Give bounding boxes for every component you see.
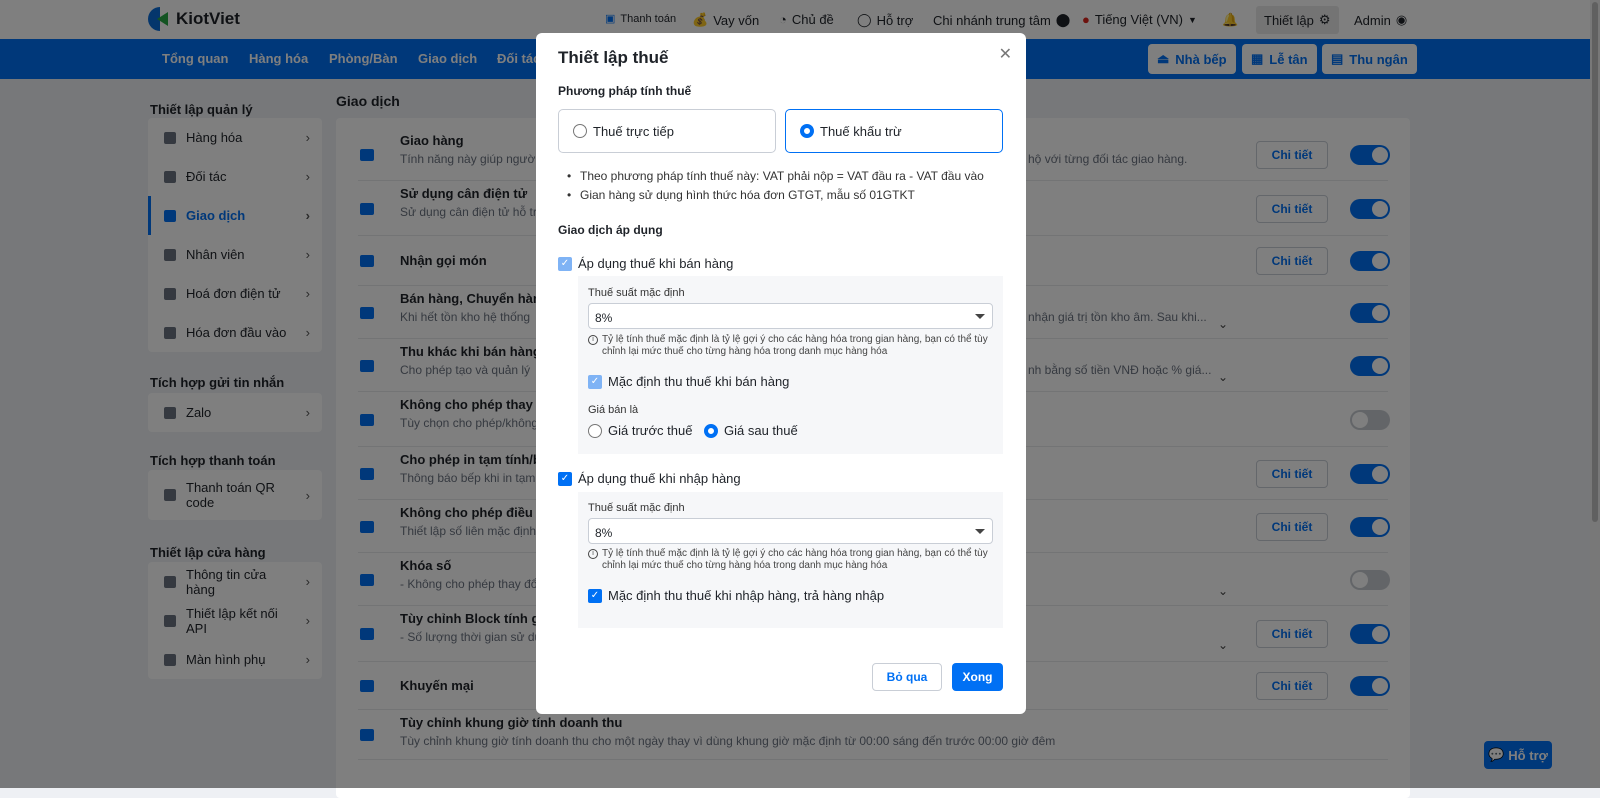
method-deduction-option[interactable]: Thuế khấu trừ <box>785 109 1003 153</box>
apply-purchase-label: Áp dụng thuế khi nhập hàng <box>578 471 741 486</box>
info-icon: i <box>588 549 598 559</box>
checkbox-checked-icon: ✓ <box>588 588 602 603</box>
checkbox-checked-icon: ✓ <box>558 256 572 271</box>
purchase-rate-value: 8% <box>595 526 613 540</box>
method-direct-option[interactable]: Thuế trực tiếp <box>558 109 776 153</box>
apply-purchase-checkbox[interactable]: ✓ Áp dụng thuế khi nhập hàng <box>558 471 741 486</box>
purchase-rate-select[interactable]: 8% <box>588 518 993 544</box>
price-before-label: Giá trước thuế <box>608 423 693 438</box>
sale-default-label: Mặc định thu thuế khi bán hàng <box>608 374 790 389</box>
purchase-rate-hint: i Tỷ lệ tính thuế mặc định là tỷ lệ gợi ý… <box>588 548 998 572</box>
price-after-tax-option[interactable]: Giá sau thuế <box>704 423 798 438</box>
info-icon: i <box>588 335 598 345</box>
apply-sale-checkbox[interactable]: ✓ Áp dụng thuế khi bán hàng <box>558 256 733 271</box>
hint-text: Tỷ lệ tính thuế mặc định là tỷ lệ gợi ý … <box>602 334 988 357</box>
price-before-tax-option[interactable]: Giá trước thuế <box>588 423 692 438</box>
sale-rate-label: Thuế suất mặc định <box>588 287 685 299</box>
sale-tax-panel: Thuế suất mặc định 8% i Tỷ lệ tính thuế m… <box>578 276 1003 454</box>
checkbox-checked-icon: ✓ <box>558 471 572 486</box>
purchase-default-checkbox[interactable]: ✓ Mặc định thu thuế khi nhập hàng, trả hà… <box>588 588 884 603</box>
radio-before-tax[interactable] <box>588 423 602 438</box>
method-label: Phương pháp tính thuế <box>558 84 692 98</box>
note-item: Theo phương pháp tính thuế này: VAT phải… <box>567 169 984 183</box>
radio-deduction[interactable] <box>800 124 814 138</box>
purchase-default-label: Mặc định thu thuế khi nhập hàng, trả hàn… <box>608 588 885 603</box>
caret-down-icon <box>975 314 985 319</box>
apply-sale-label: Áp dụng thuế khi bán hàng <box>578 256 734 271</box>
note-item: Gian hàng sử dụng hình thức hóa đơn GTGT… <box>567 188 915 202</box>
sale-default-checkbox[interactable]: ✓ Mặc định thu thuế khi bán hàng <box>588 374 789 389</box>
sale-rate-select[interactable]: 8% <box>588 303 993 329</box>
cancel-button[interactable]: Bỏ qua <box>872 663 942 691</box>
method-direct-label: Thuế trực tiếp <box>593 123 674 139</box>
purchase-rate-label: Thuế suất mặc định <box>588 502 685 514</box>
radio-direct[interactable] <box>573 124 587 138</box>
method-deduction-label: Thuế khấu trừ <box>820 123 902 139</box>
done-button[interactable]: Xong <box>952 663 1003 691</box>
price-label: Giá bán là <box>588 404 639 416</box>
purchase-tax-panel: Thuế suất mặc định 8% i Tỷ lệ tính thuế m… <box>578 492 1003 628</box>
tax-settings-modal: Thiết lập thuế ✕ Phương pháp tính thuế T… <box>536 33 1026 714</box>
sale-rate-hint: i Tỷ lệ tính thuế mặc định là tỷ lệ gợi ý… <box>588 334 998 358</box>
checkbox-checked-icon: ✓ <box>588 374 602 389</box>
close-icon[interactable]: ✕ <box>999 44 1012 64</box>
radio-after-tax[interactable] <box>704 423 718 438</box>
caret-down-icon <box>975 529 985 534</box>
price-after-label: Giá sau thuế <box>724 423 798 438</box>
sale-rate-value: 8% <box>595 311 613 325</box>
apply-label: Giao dịch áp dụng <box>558 223 663 237</box>
modal-title: Thiết lập thuế <box>558 48 669 67</box>
hint-text: Tỷ lệ tính thuế mặc định là tỷ lệ gợi ý … <box>602 548 988 571</box>
